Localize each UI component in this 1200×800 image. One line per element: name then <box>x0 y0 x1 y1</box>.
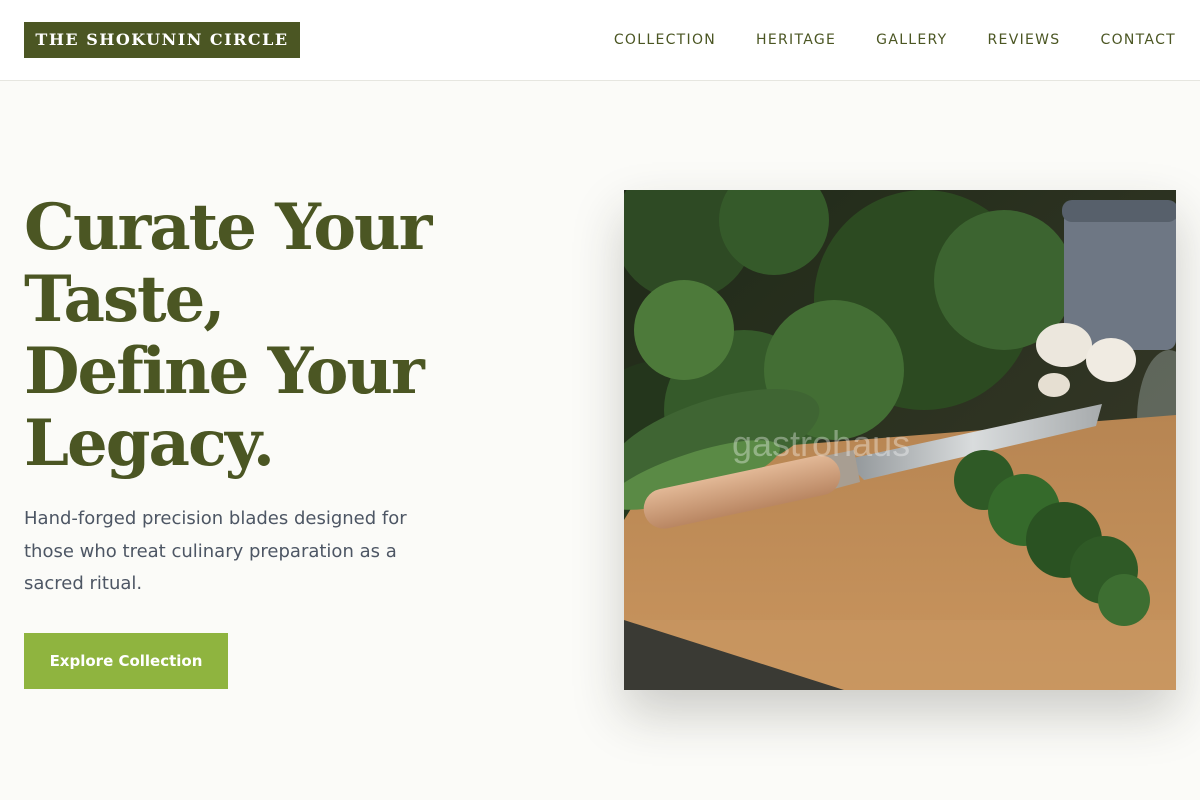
nav-link-heritage[interactable]: HERITAGE <box>756 32 836 48</box>
image-watermark: gastrohaus <box>732 423 910 464</box>
hero-title-line-4: Legacy. <box>24 406 275 481</box>
hero-title-line-3: Define Your <box>24 334 425 409</box>
hero-title-line-2: Taste, <box>24 262 226 337</box>
hero-title: Curate Your Taste, Define Your Legacy. <box>24 192 584 480</box>
top-navbar: THE SHOKUNIN CIRCLE COLLECTION HERITAGE … <box>0 0 1200 81</box>
explore-collection-button[interactable]: Explore Collection <box>24 633 228 689</box>
hero-title-line-1: Curate Your <box>24 190 432 265</box>
nav-link-gallery[interactable]: GALLERY <box>876 32 947 48</box>
hero-subtitle: Hand-forged precision blades designed fo… <box>24 508 407 594</box>
nav-link-contact[interactable]: CONTACT <box>1101 32 1177 48</box>
main-nav: COLLECTION HERITAGE GALLERY REVIEWS CONT… <box>614 30 1176 50</box>
brand-logo[interactable]: THE SHOKUNIN CIRCLE <box>24 22 300 58</box>
nav-link-reviews[interactable]: REVIEWS <box>988 32 1061 48</box>
hero-image-knife-herbs: gastrohaus <box>624 190 1176 690</box>
nav-link-collection[interactable]: COLLECTION <box>614 32 716 48</box>
knife-on-cutting-board-illustration: gastrohaus <box>624 190 1176 690</box>
